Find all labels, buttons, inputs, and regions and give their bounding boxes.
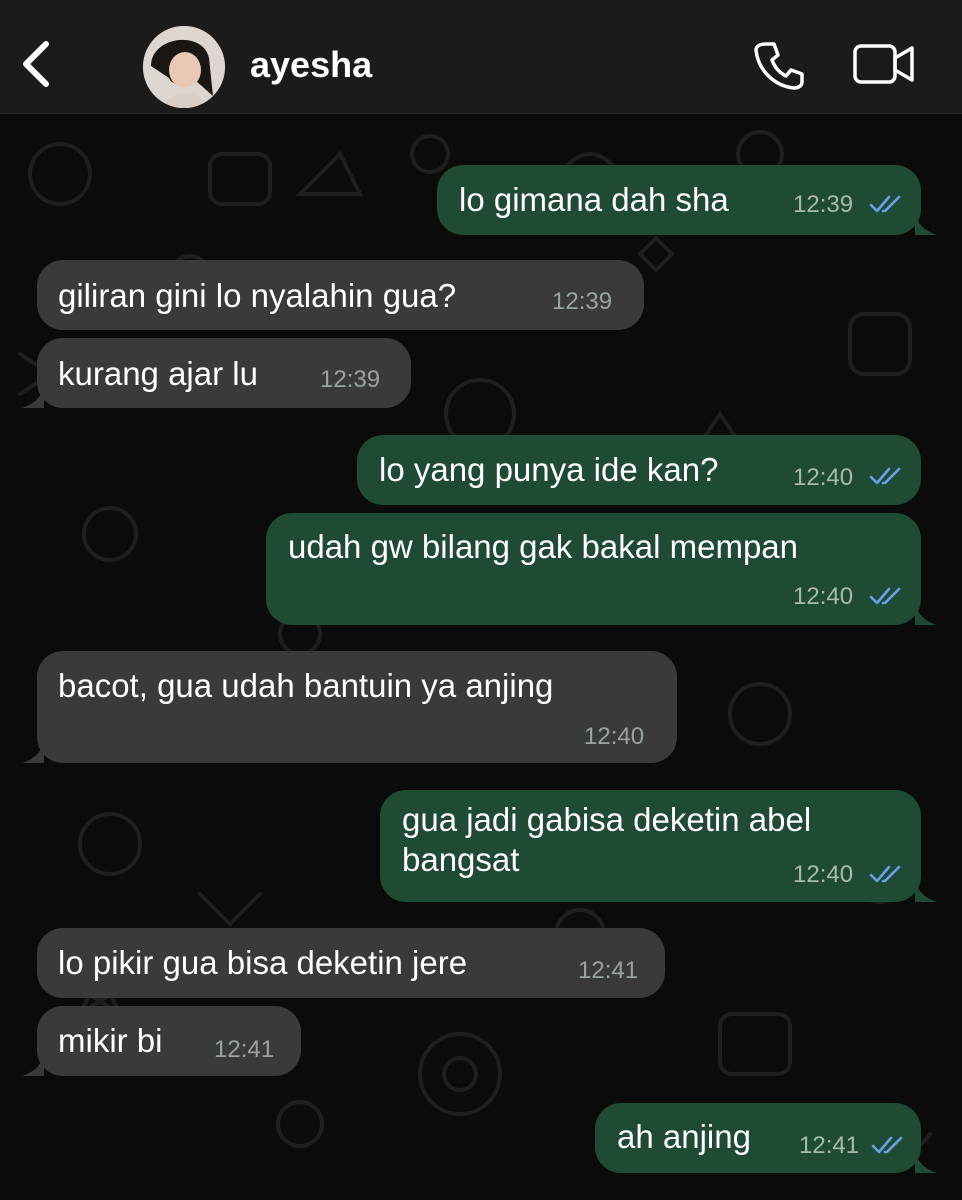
message-text: ah anjing (617, 1118, 751, 1155)
video-call-button[interactable] (852, 42, 916, 86)
avatar-photo (143, 26, 225, 108)
message-list[interactable]: lo gimana dah sha 12:39 giliran gini lo … (0, 114, 962, 1200)
message-text: gua jadi gabisa deketin abel bangsat (402, 801, 812, 878)
contact-name[interactable]: ayesha (250, 44, 372, 86)
message-time: 12:39 (552, 288, 613, 315)
message-bubble-incoming[interactable]: bacot, gua udah bantuin ya anjing 12:40 (37, 651, 677, 763)
read-receipt-icon (869, 587, 901, 605)
message-bubble-outgoing[interactable]: udah gw bilang gak bakal mempan 12:40 (266, 513, 921, 625)
message-time: 12:41 (214, 1036, 275, 1063)
bubble-tail (22, 743, 44, 763)
message-bubble-outgoing[interactable]: lo gimana dah sha 12:39 (437, 165, 921, 235)
chevron-left-icon (23, 41, 49, 87)
message-text: udah gw bilang gak bakal mempan (288, 528, 799, 565)
message-text: lo gimana dah sha (459, 181, 729, 218)
message-bubble-outgoing[interactable]: lo yang punya ide kan? 12:40 (357, 435, 921, 505)
message-text: bacot, gua udah bantuin ya anjing (58, 667, 554, 704)
message-time: 12:40 (584, 723, 645, 750)
read-receipt-icon (869, 195, 901, 213)
voice-call-button[interactable] (752, 38, 806, 92)
chat-header: ayesha (0, 0, 962, 114)
message-text: kurang ajar lu (58, 355, 258, 392)
read-receipt-icon (869, 865, 901, 883)
message-bubble-incoming[interactable]: giliran gini lo nyalahin gua? 12:39 (37, 260, 644, 330)
bubble-tail (22, 388, 44, 408)
read-receipt-icon (871, 1136, 903, 1154)
bubble-tail (915, 1153, 937, 1173)
message-bubble-outgoing[interactable]: ah anjing 12:41 (595, 1103, 921, 1173)
message-time: 12:40 (793, 861, 854, 888)
message-time: 12:40 (793, 464, 854, 491)
message-time: 12:41 (799, 1132, 860, 1159)
bubble-tail (915, 605, 937, 625)
message-text: lo pikir gua bisa deketin jere (58, 944, 468, 981)
message-time: 12:39 (793, 191, 854, 218)
read-receipt-icon (869, 467, 901, 485)
avatar[interactable] (143, 26, 225, 108)
bubble-tail (915, 215, 937, 235)
message-text: mikir bi (58, 1022, 163, 1059)
video-camera-icon (853, 44, 914, 84)
bubble-tail (915, 882, 937, 902)
message-bubble-incoming[interactable]: lo pikir gua bisa deketin jere 12:41 (37, 928, 665, 998)
message-bubble-incoming[interactable]: mikir bi 12:41 (37, 1006, 301, 1076)
message-time: 12:40 (793, 583, 854, 610)
message-text: lo yang punya ide kan? (379, 451, 719, 488)
message-text: giliran gini lo nyalahin gua? (58, 277, 457, 314)
back-button[interactable] (18, 38, 58, 90)
message-bubble-outgoing[interactable]: gua jadi gabisa deketin abel bangsat 12:… (380, 790, 921, 902)
message-time: 12:39 (320, 366, 381, 393)
message-bubble-incoming[interactable]: kurang ajar lu 12:39 (37, 338, 411, 408)
phone-icon (754, 42, 804, 90)
bubble-tail (22, 1056, 44, 1076)
message-time: 12:41 (578, 957, 639, 984)
